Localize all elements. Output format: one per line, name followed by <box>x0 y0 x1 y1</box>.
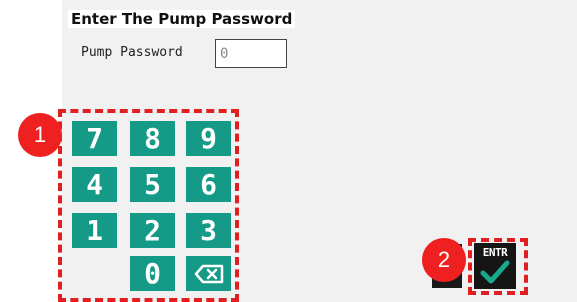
password-label: Pump Password <box>81 45 183 60</box>
page-title: Enter The Pump Password <box>68 10 296 28</box>
keypad-highlight <box>58 109 239 302</box>
annotation-badge-2: 2 <box>422 238 466 282</box>
enter-highlight <box>468 238 528 295</box>
annotation-badge-1: 1 <box>18 113 62 157</box>
password-input[interactable]: 0 <box>215 39 287 68</box>
